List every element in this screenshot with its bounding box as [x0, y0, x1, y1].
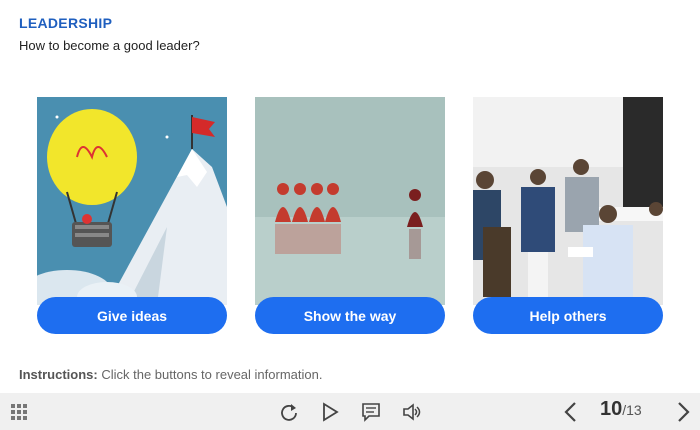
give-ideas-button[interactable]: Give ideas [37, 297, 227, 334]
instructions-body: Click the buttons to reveal information. [97, 367, 323, 382]
next-icon[interactable] [674, 401, 692, 423]
prev-icon[interactable] [562, 401, 580, 423]
captions-icon[interactable] [361, 402, 381, 422]
menu-grid-icon[interactable] [11, 404, 27, 420]
section-title: LEADERSHIP [19, 15, 113, 31]
lightbulb-balloon-image [37, 97, 227, 305]
total-pages: /13 [622, 402, 642, 418]
pawns-leader-image [255, 97, 445, 305]
instructions-label: Instructions: [19, 367, 98, 382]
page-subtitle: How to become a good leader? [19, 38, 200, 53]
card-show-the-way: Show the way [255, 97, 445, 335]
instructions-text: Instructions: Click the buttons to revea… [19, 367, 322, 382]
card-help-others: Help others [473, 97, 663, 335]
volume-icon[interactable] [402, 402, 422, 422]
help-others-button[interactable]: Help others [473, 297, 663, 334]
play-icon[interactable] [320, 402, 340, 422]
current-page: 10 [600, 398, 623, 420]
replay-icon[interactable] [279, 402, 299, 422]
card-give-ideas: Give ideas [37, 97, 227, 335]
team-meeting-photo [473, 97, 663, 305]
page-counter: 10/13 [600, 398, 642, 421]
show-the-way-button[interactable]: Show the way [255, 297, 445, 334]
player-bar: 10/13 [0, 393, 700, 430]
